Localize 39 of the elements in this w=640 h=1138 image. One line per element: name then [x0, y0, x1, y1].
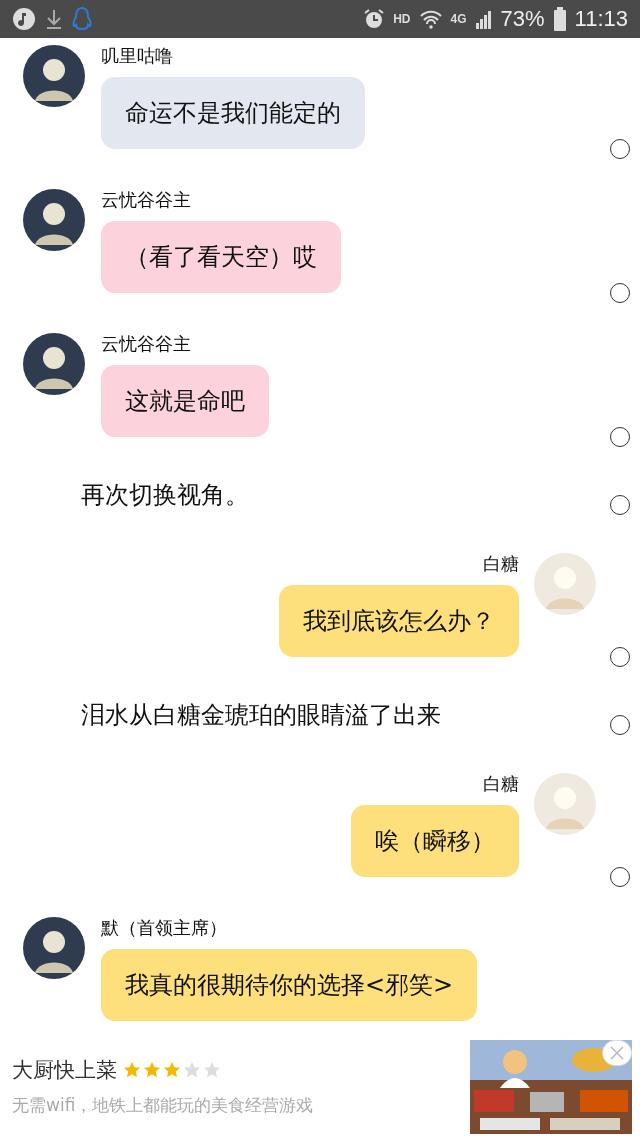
- wifi-icon: [418, 9, 443, 29]
- message-bubble: 我到底该怎么办？: [279, 585, 519, 657]
- sender-name: 默（首领主席）: [101, 917, 227, 939]
- sender-name: 叽里咕噜: [101, 45, 173, 67]
- penguin-icon: [72, 6, 92, 32]
- avatar-icon: [534, 553, 596, 615]
- avatar-icon: [534, 773, 596, 835]
- ad-description: 无需wifi，地铁上都能玩的美食经营游戏: [12, 1094, 314, 1117]
- avatar-icon: [23, 917, 85, 979]
- message-bubble: 命运不是我们能定的: [101, 77, 365, 149]
- star-icon: [143, 1061, 161, 1079]
- star-icon: [123, 1061, 141, 1079]
- sender-name: 白糖: [483, 773, 519, 795]
- star-icon: [163, 1061, 181, 1079]
- star-icon: [183, 1061, 201, 1079]
- star-icon: [203, 1061, 221, 1079]
- message-bubble: 唉（瞬移）: [351, 805, 519, 877]
- clock: 11:13: [574, 6, 628, 32]
- ad-title: 大厨快上菜: [12, 1057, 117, 1084]
- narration-text: 再次切换视角。: [81, 480, 249, 511]
- network-label: 4G: [450, 12, 467, 26]
- signal-icon: [474, 9, 493, 29]
- message-bubble: 我真的很期待你的选择<邪笑>: [101, 949, 478, 1021]
- sender-name: 白糖: [483, 553, 519, 575]
- music-note-icon: [12, 7, 36, 31]
- message-bubble: （看了看天空）哎: [101, 221, 341, 293]
- sender-name: 云忧谷谷主: [101, 333, 191, 355]
- hd-label: HD: [393, 12, 411, 26]
- avatar-icon: [23, 333, 85, 395]
- avatar-icon: [23, 189, 85, 251]
- close-icon: [610, 1045, 624, 1060]
- message-bubble: 这就是命吧: [101, 365, 269, 437]
- alarm-icon: [363, 8, 386, 30]
- avatar-icon: [23, 45, 85, 107]
- download-icon: [44, 7, 64, 31]
- battery-percent: 73%: [500, 6, 545, 32]
- narration-text: 泪水从白糖金琥珀的眼睛溢了出来: [81, 700, 441, 731]
- battery-icon: [552, 7, 567, 31]
- sender-name: 云忧谷谷主: [101, 189, 191, 211]
